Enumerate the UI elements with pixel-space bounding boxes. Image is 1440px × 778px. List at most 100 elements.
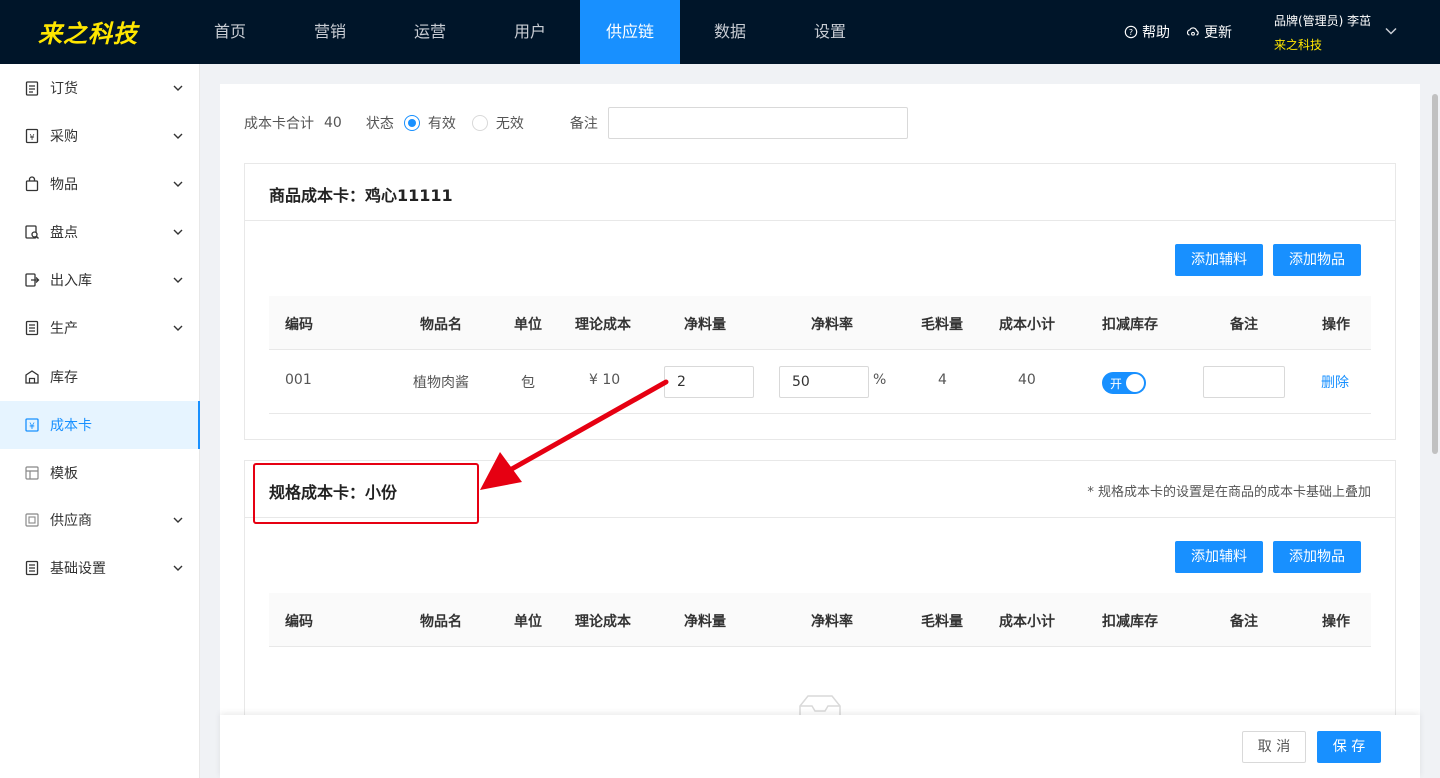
chevron-down-icon bbox=[173, 229, 183, 235]
col-name: 物品名 bbox=[420, 614, 462, 630]
col-code: 编码 bbox=[285, 614, 313, 630]
chevron-down-icon bbox=[173, 325, 183, 331]
clipboard-icon bbox=[25, 81, 39, 96]
in-out-icon bbox=[25, 273, 40, 287]
sidebar-item-cost-card[interactable]: ¥ 成本卡 bbox=[0, 401, 200, 449]
sidebar-item-purchase[interactable]: ¥ 采购 bbox=[0, 112, 200, 160]
nav-item-settings[interactable]: 设置 bbox=[780, 0, 880, 64]
chevron-down-icon bbox=[173, 133, 183, 139]
annotation-highlight-box bbox=[253, 463, 479, 524]
help-label: 帮助 bbox=[1142, 25, 1170, 41]
nav-item-operations[interactable]: 运营 bbox=[380, 0, 480, 64]
add-auxiliary-button[interactable]: 添加辅料 bbox=[1175, 541, 1263, 573]
nav-item-supply-chain[interactable]: 供应链 bbox=[580, 0, 680, 64]
template-icon bbox=[25, 466, 39, 480]
help-circle-icon: ? bbox=[1124, 25, 1138, 39]
sidebar-item-in-out[interactable]: 出入库 bbox=[0, 256, 200, 304]
net-rate-input[interactable]: 50 bbox=[779, 366, 869, 398]
status-label: 状态 bbox=[365, 116, 394, 132]
chevron-down-icon bbox=[173, 517, 183, 523]
sidebar-item-stocktake[interactable]: 盘点 bbox=[0, 208, 200, 256]
svg-text:¥: ¥ bbox=[29, 422, 35, 432]
chevron-down-icon bbox=[173, 565, 183, 571]
user-name[interactable]: 品牌(管理员) 李茁 bbox=[1274, 12, 1371, 29]
nav-item-data[interactable]: 数据 bbox=[680, 0, 780, 64]
col-deduct-stock: 扣减库存 bbox=[1102, 614, 1158, 630]
sidebar-item-order[interactable]: 订货 bbox=[0, 64, 200, 112]
product-card-title: 商品成本卡：鸡心11111 bbox=[269, 186, 453, 205]
chevron-down-icon bbox=[173, 277, 183, 283]
sidebar-item-label: 订货 bbox=[50, 81, 78, 97]
deduct-stock-toggle[interactable]: 开 bbox=[1102, 372, 1146, 394]
col-theory-cost: 理论成本 bbox=[575, 614, 631, 630]
col-gross-qty: 毛料量 bbox=[921, 614, 963, 630]
toggle-label: 开 bbox=[1110, 377, 1123, 391]
sidebar-item-label: 物品 bbox=[50, 177, 78, 193]
sidebar: 订货 ¥ 采购 物品 盘点 出入库 生产 库存 ¥ 成本卡 模板 供应商 基础设… bbox=[0, 64, 200, 778]
top-navbar: 来之科技 首页 营销 运营 用户 供应链 数据 设置 ? 帮助 更新 品牌(管理… bbox=[0, 0, 1440, 64]
col-unit: 单位 bbox=[514, 614, 542, 630]
svg-text:¥: ¥ bbox=[29, 133, 34, 142]
cost-card-icon: ¥ bbox=[25, 418, 39, 432]
status-valid-label[interactable]: 有效 bbox=[428, 113, 456, 133]
sidebar-item-basic-settings[interactable]: 基础设置 bbox=[0, 544, 200, 592]
brand-logo[interactable]: 来之科技 bbox=[38, 14, 138, 49]
remark-input[interactable] bbox=[607, 107, 908, 139]
status-invalid-label[interactable]: 无效 bbox=[496, 113, 524, 133]
col-net-qty: 净料量 bbox=[684, 317, 726, 333]
delete-link[interactable]: 删除 bbox=[1321, 372, 1349, 392]
col-net-rate: 净料率 bbox=[811, 614, 853, 630]
sidebar-item-stock[interactable]: 库存 bbox=[0, 353, 200, 401]
page-scrollbar[interactable] bbox=[1430, 64, 1440, 778]
sidebar-item-label: 基础设置 bbox=[50, 561, 106, 577]
col-gross-qty: 毛料量 bbox=[921, 317, 963, 333]
sidebar-item-label: 出入库 bbox=[50, 273, 92, 289]
add-item-button[interactable]: 添加物品 bbox=[1273, 541, 1361, 573]
sidebar-item-label: 库存 bbox=[50, 370, 78, 386]
nav-item-marketing[interactable]: 营销 bbox=[280, 0, 380, 64]
col-remark: 备注 bbox=[1230, 317, 1258, 333]
update-link[interactable]: 更新 bbox=[1186, 22, 1232, 42]
update-label: 更新 bbox=[1204, 25, 1232, 41]
add-auxiliary-button[interactable]: 添加辅料 bbox=[1175, 244, 1263, 276]
sidebar-item-goods[interactable]: 物品 bbox=[0, 160, 200, 208]
chevron-down-icon[interactable] bbox=[1384, 24, 1398, 38]
sidebar-item-template[interactable]: 模板 bbox=[0, 449, 200, 497]
row-remark-input[interactable] bbox=[1203, 366, 1285, 398]
col-net-qty: 净料量 bbox=[684, 614, 726, 630]
col-unit: 单位 bbox=[514, 317, 542, 333]
sidebar-item-production[interactable]: 生产 bbox=[0, 304, 200, 352]
settings-list-icon bbox=[25, 560, 39, 576]
footer-bar: 取 消 保 存 bbox=[220, 715, 1420, 778]
sidebar-item-label: 采购 bbox=[50, 129, 78, 145]
table-header: 编码 物品名 单位 理论成本 净料量 净料率 毛料量 成本小计 扣减库存 备注 … bbox=[269, 593, 1371, 647]
total-value: 40 bbox=[324, 115, 342, 131]
supplier-icon bbox=[25, 513, 39, 527]
status-valid-radio[interactable] bbox=[403, 115, 420, 131]
col-net-rate: 净料率 bbox=[811, 317, 853, 333]
sidebar-item-supplier[interactable]: 供应商 bbox=[0, 496, 200, 544]
col-subtotal: 成本小计 bbox=[999, 317, 1055, 333]
main-panel: 成本卡合计 40 状态 有效 无效 备注 商品成本卡：鸡心11111 添加辅料 … bbox=[220, 84, 1420, 778]
sidebar-item-label: 生产 bbox=[50, 321, 78, 337]
cloud-sync-icon bbox=[1186, 27, 1199, 36]
user-company: 来之科技 bbox=[1274, 38, 1323, 52]
inventory-check-icon bbox=[25, 225, 39, 239]
cancel-button[interactable]: 取 消 bbox=[1242, 731, 1306, 763]
col-action: 操作 bbox=[1322, 614, 1350, 630]
table-row: 001 植物肉酱 包 ¥ 10 2 50 % 4 40 开 删除 bbox=[269, 350, 1371, 414]
status-invalid-radio[interactable] bbox=[471, 115, 488, 131]
svg-text:?: ? bbox=[1129, 28, 1133, 37]
sidebar-item-label: 盘点 bbox=[50, 225, 78, 241]
add-item-button[interactable]: 添加物品 bbox=[1273, 244, 1361, 276]
scrollbar-thumb[interactable] bbox=[1432, 94, 1438, 454]
chevron-down-icon bbox=[173, 181, 183, 187]
help-link[interactable]: ? 帮助 bbox=[1124, 22, 1170, 42]
nav-item-users[interactable]: 用户 bbox=[480, 0, 580, 64]
nav-item-home[interactable]: 首页 bbox=[180, 0, 280, 64]
col-theory-cost: 理论成本 bbox=[575, 317, 631, 333]
filter-row: 成本卡合计 40 状态 有效 无效 备注 bbox=[244, 107, 908, 139]
save-button[interactable]: 保 存 bbox=[1317, 731, 1381, 763]
toggle-knob bbox=[1126, 374, 1144, 392]
bag-icon bbox=[25, 176, 39, 192]
